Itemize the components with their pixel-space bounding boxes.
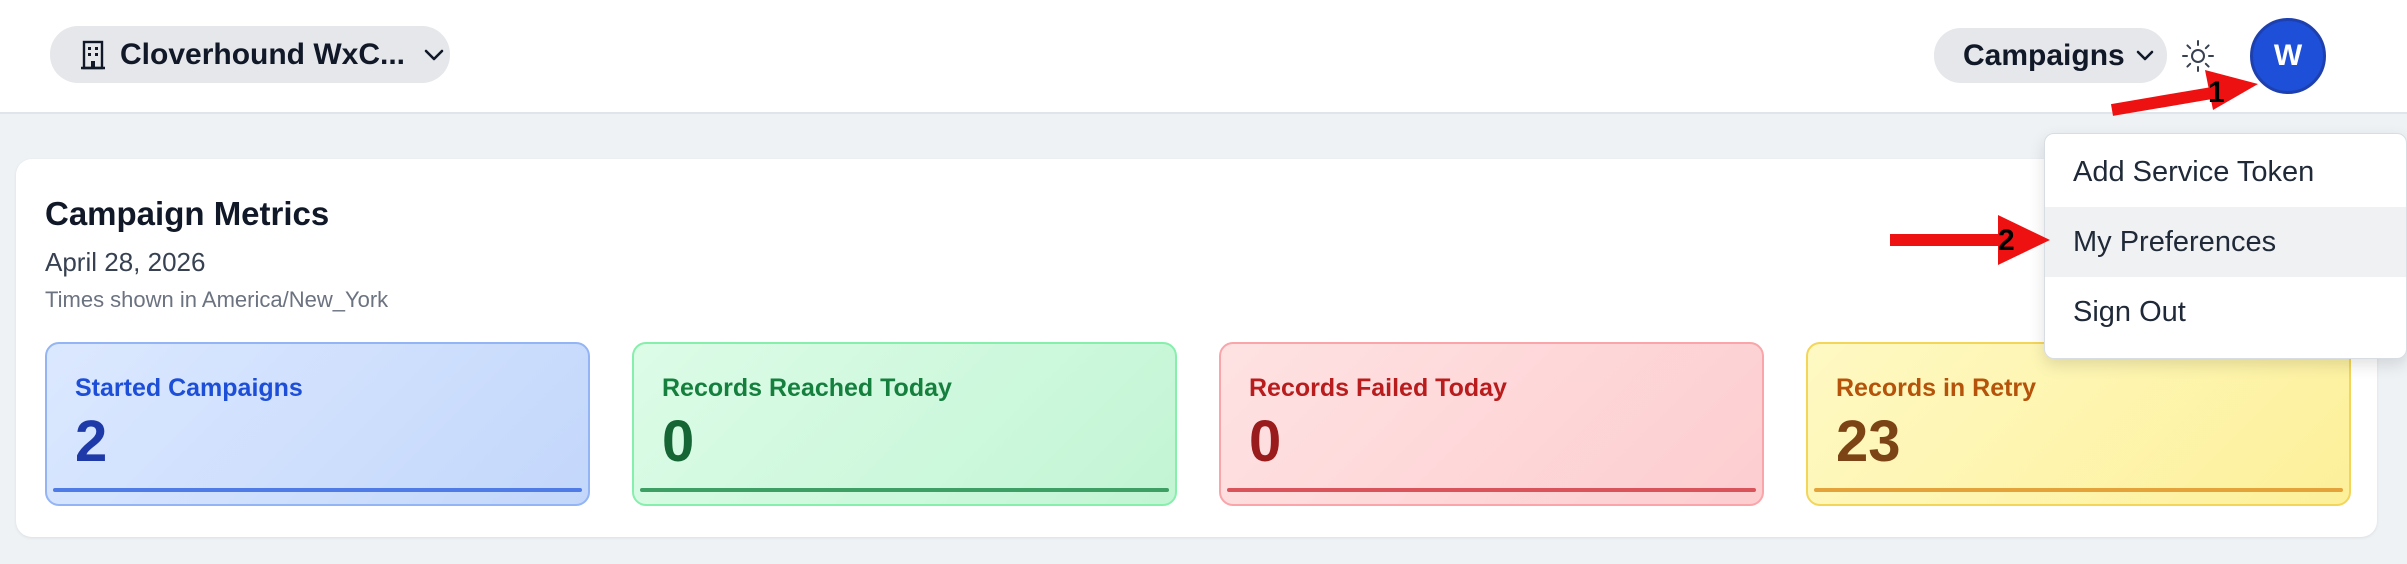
metric-value: 0 bbox=[662, 409, 695, 474]
metric-accent-bar bbox=[1814, 488, 2343, 492]
metric-records-in-retry: Records in Retry 23 bbox=[1806, 342, 2351, 506]
metric-label: Started Campaigns bbox=[75, 374, 303, 402]
menu-item-my-preferences[interactable]: My Preferences bbox=[2045, 207, 2406, 277]
sun-icon[interactable] bbox=[2180, 38, 2216, 74]
metric-value: 2 bbox=[75, 409, 108, 474]
metric-accent-bar bbox=[53, 488, 582, 492]
card-title: Campaign Metrics bbox=[45, 195, 330, 232]
annotation-label-2: 2 bbox=[1998, 224, 2015, 257]
metric-label: Records in Retry bbox=[1836, 374, 2037, 402]
metric-label: Records Reached Today bbox=[662, 374, 952, 402]
user-avatar-button[interactable]: W bbox=[2250, 18, 2326, 94]
metric-label: Records Failed Today bbox=[1249, 374, 1507, 402]
organization-selector[interactable]: Cloverhound WxC... bbox=[50, 26, 450, 83]
top-bar: Cloverhound WxC... Campaigns W bbox=[0, 0, 2407, 114]
metric-accent-bar bbox=[640, 488, 1169, 492]
chevron-down-icon bbox=[424, 49, 444, 60]
metrics-date: April 28, 2026 bbox=[45, 247, 206, 277]
timezone-note: Times shown in America/New_York bbox=[45, 287, 389, 312]
metric-records-reached: Records Reached Today 0 bbox=[632, 342, 1177, 506]
metric-records-failed: Records Failed Today 0 bbox=[1219, 342, 1764, 506]
campaign-metrics-card: Campaign Metrics April 28, 2026 Times sh… bbox=[16, 159, 2377, 537]
campaigns-nav-label: Campaigns bbox=[1963, 38, 2125, 72]
metric-value: 0 bbox=[1249, 409, 1282, 474]
menu-item-add-service-token[interactable]: Add Service Token bbox=[2045, 137, 2406, 207]
organization-name: Cloverhound WxC... bbox=[120, 37, 405, 71]
metric-started-campaigns: Started Campaigns 2 bbox=[45, 342, 590, 506]
user-menu: Add Service Token My Preferences Sign Ou… bbox=[2044, 133, 2407, 359]
menu-item-sign-out[interactable]: Sign Out bbox=[2045, 277, 2406, 347]
campaigns-nav-dropdown[interactable]: Campaigns bbox=[1934, 28, 2167, 83]
metric-accent-bar bbox=[1227, 488, 1756, 492]
building-icon bbox=[81, 40, 105, 69]
annotation-label-1: 1 bbox=[2208, 76, 2225, 109]
chevron-down-icon bbox=[2136, 50, 2154, 61]
metric-value: 23 bbox=[1836, 409, 1901, 474]
